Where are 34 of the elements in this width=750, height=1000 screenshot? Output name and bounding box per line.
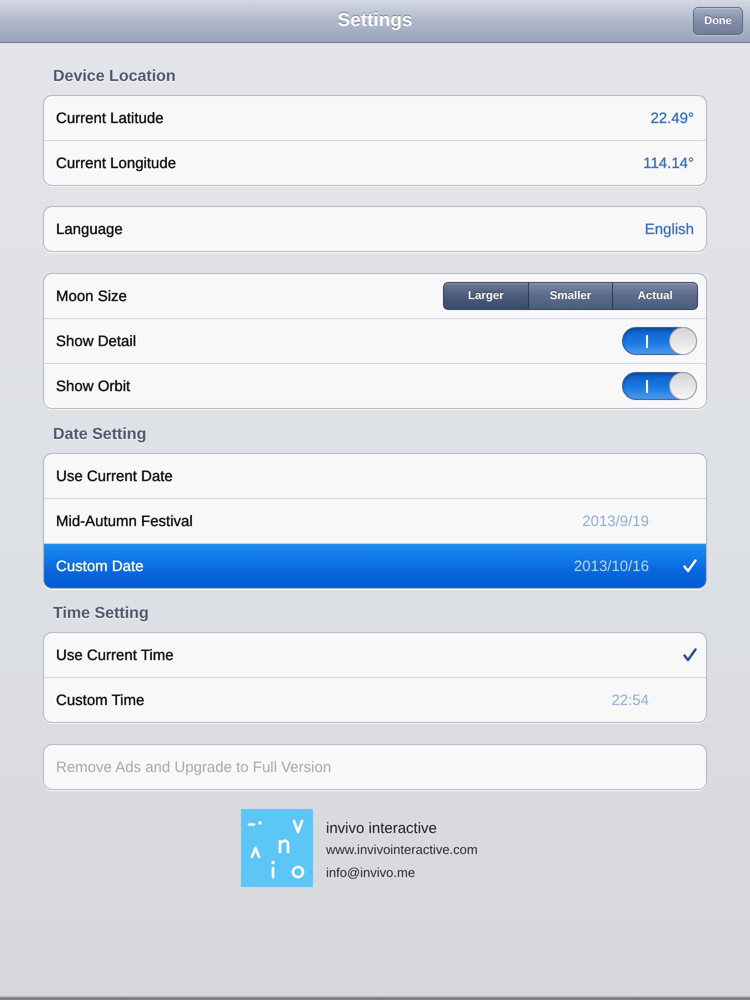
section-header: Date Setting: [53, 425, 148, 445]
option-label: Use Current Time: [56, 646, 174, 664]
time-option[interactable]: Custom Time 22:54: [44, 677, 706, 722]
setting-label: Moon Size: [56, 288, 127, 304]
option-label: Custom Date: [56, 558, 144, 574]
section-header: Device Location: [53, 67, 177, 87]
option-label: Custom Time: [56, 692, 144, 708]
time-value: 22:54: [611, 692, 649, 708]
time-option[interactable]: Use Current Time: [44, 633, 706, 677]
toggle-switch[interactable]: [622, 372, 697, 400]
website-link[interactable]: www.invivointeractive.com: [326, 842, 478, 858]
coordinate-value: 114.14°: [643, 154, 694, 172]
date-option[interactable]: Custom Date 2013/10/16: [44, 543, 706, 588]
option-label: Use Current Date: [56, 468, 173, 484]
logo-icon: [241, 809, 313, 887]
section-header: Time Setting: [53, 604, 150, 624]
setting-label: Show Orbit: [56, 378, 130, 394]
setting-label: Show Detail: [56, 332, 136, 350]
page-title: Settings: [338, 9, 412, 33]
company-name: invivo interactive: [326, 820, 438, 838]
size-segment[interactable]: Smaller: [528, 282, 612, 310]
date-option[interactable]: Use Current Date: [44, 454, 706, 498]
setting-label: Language: [56, 220, 123, 238]
email-link[interactable]: info@invivo.me: [326, 865, 478, 881]
date-value: 2013/10/16: [574, 558, 649, 574]
language-value[interactable]: English: [644, 220, 694, 238]
size-segment[interactable]: Larger: [443, 282, 528, 310]
option-label: Mid-Autumn Festival: [56, 512, 193, 530]
date-value: 2013/9/19: [582, 512, 649, 530]
setting-label: Current Latitude: [56, 110, 164, 126]
size-segment[interactable]: Actual: [612, 282, 698, 310]
setting-label: Current Longitude: [56, 154, 176, 172]
toggle-switch[interactable]: [622, 327, 697, 355]
coordinate-value: 22.49°: [650, 110, 694, 126]
